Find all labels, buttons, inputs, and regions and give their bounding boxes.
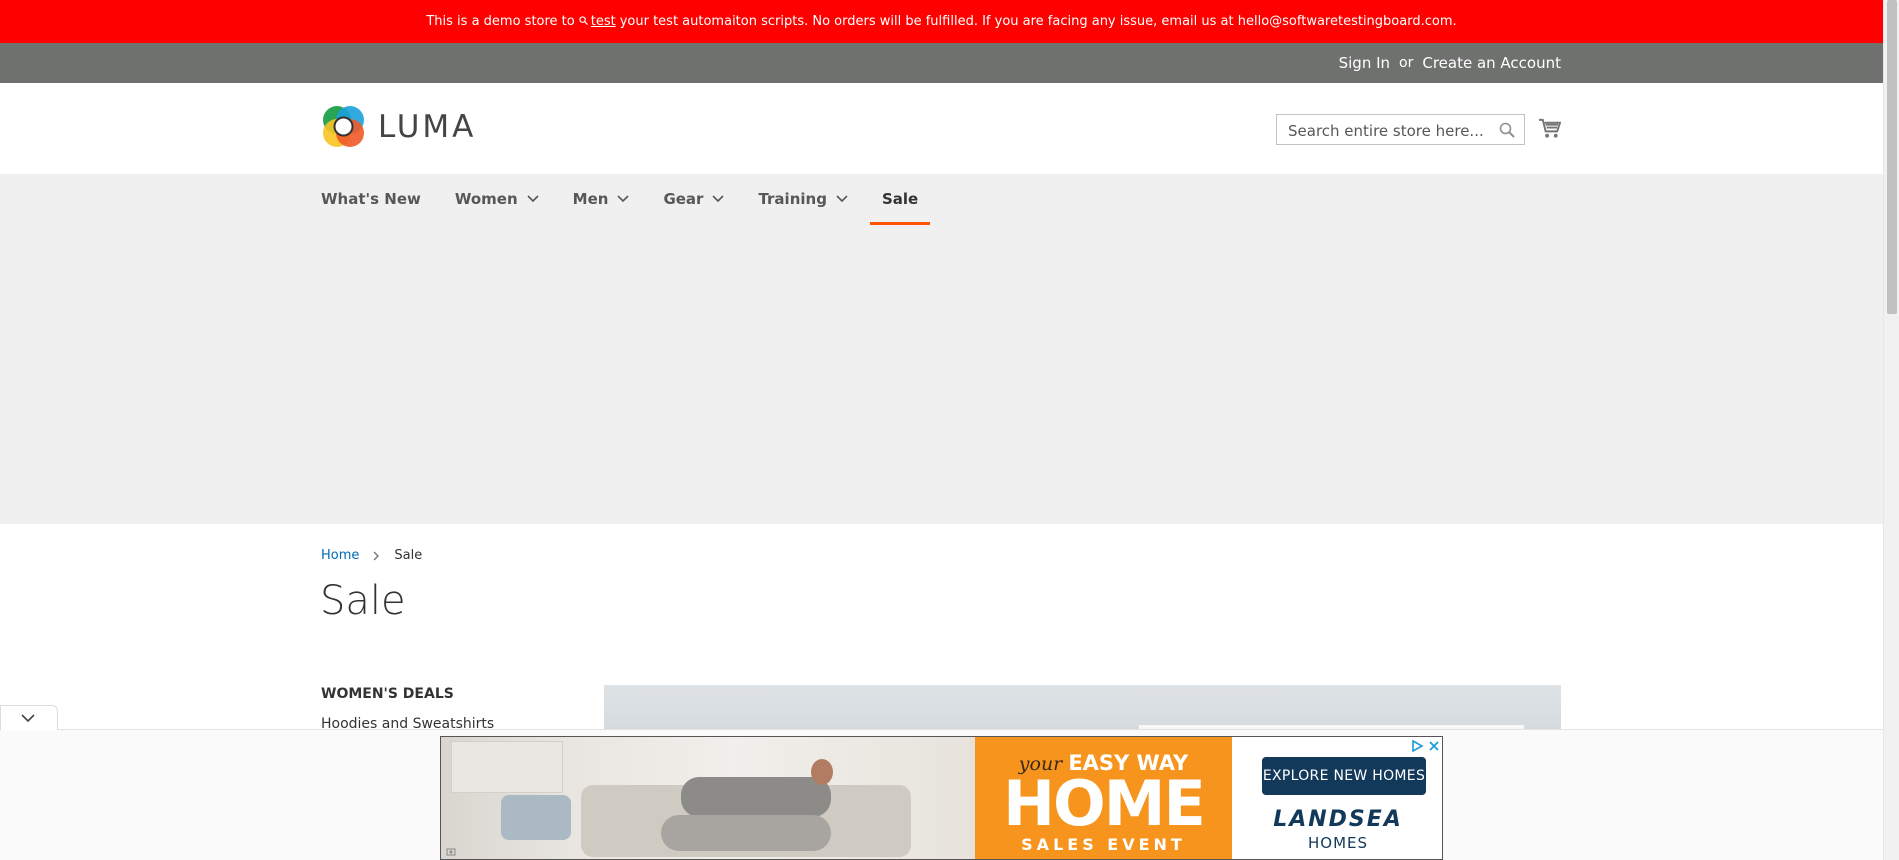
- ad-headline-panel: your EASY WAY HOME SALES EVENT: [975, 737, 1232, 859]
- page-scrollbar[interactable]: [1883, 0, 1899, 860]
- nav-item-label: What's New: [321, 189, 421, 208]
- info-icon[interactable]: [446, 846, 456, 856]
- panel-header: Sign In or Create an Account: [0, 43, 1883, 83]
- nav-list: What's New Women Men Gear Training Sale: [321, 174, 964, 225]
- scrollbar-thumb[interactable]: [1887, 0, 1897, 314]
- ad-brand-sub: HOMES: [1307, 834, 1369, 852]
- ad-photo: [441, 737, 975, 859]
- or-separator: or: [1399, 55, 1414, 71]
- nav-item-women[interactable]: Women: [455, 174, 539, 223]
- nav-item-label: Training: [758, 189, 827, 208]
- breadcrumb-current: Sale: [394, 548, 423, 563]
- nav-item-label: Sale: [881, 189, 919, 208]
- search-icon: [579, 16, 588, 25]
- header-links: Sign In or Create an Account: [1339, 43, 1561, 83]
- demo-notice: This is a demo store to test your test a…: [0, 0, 1883, 43]
- page-title: Sale: [320, 578, 406, 624]
- ad-subheadline: SALES EVENT: [1021, 835, 1186, 854]
- search-box: [1276, 114, 1525, 146]
- ad-photo-head: [811, 759, 833, 785]
- notice-suffix: your test automaiton scripts. No orders …: [619, 14, 1457, 29]
- chevron-down-icon: [617, 194, 630, 202]
- create-account-link[interactable]: Create an Account: [1422, 54, 1561, 72]
- nav-item-gear[interactable]: Gear: [663, 174, 725, 223]
- search-input[interactable]: [1286, 115, 1490, 146]
- ad-headline: HOME: [1003, 767, 1206, 840]
- luma-logo-icon: [323, 106, 364, 147]
- main-navigation: What's New Women Men Gear Training Sale: [0, 174, 1883, 524]
- nav-item-sale[interactable]: Sale: [869, 174, 931, 225]
- sidebar-heading: WOMEN'S DEALS: [321, 686, 454, 702]
- chevron-down-icon: [712, 194, 725, 202]
- nav-item-men[interactable]: Men: [573, 174, 630, 223]
- breadcrumb-home-link[interactable]: Home: [321, 548, 359, 563]
- cart-icon[interactable]: [1538, 117, 1561, 140]
- chevron-right-icon: [373, 551, 380, 560]
- logo-text: LUMA: [378, 108, 477, 145]
- nav-item-whats-new[interactable]: What's New: [321, 174, 421, 223]
- site-header: LUMA: [0, 83, 1883, 174]
- chevron-down-icon: [21, 714, 35, 723]
- ad-photo-person: [681, 777, 831, 817]
- advertisement-banner[interactable]: your EASY WAY HOME SALES EVENT EXPLORE N…: [440, 736, 1443, 860]
- close-icon[interactable]: [1427, 739, 1441, 753]
- ad-collapse-toggle[interactable]: [0, 705, 58, 730]
- notice-test-link[interactable]: test: [591, 14, 616, 29]
- ad-photo-shelf: [451, 741, 563, 793]
- breadcrumb: Home Sale: [321, 548, 422, 563]
- page: This is a demo store to test your test a…: [0, 0, 1883, 860]
- nav-item-label: Gear: [663, 189, 704, 208]
- ad-choices-icon[interactable]: [1410, 739, 1424, 753]
- search-icon[interactable]: [1499, 122, 1515, 138]
- ad-photo-pillow: [501, 795, 571, 840]
- nav-item-training[interactable]: Training: [758, 174, 848, 223]
- chevron-down-icon: [527, 194, 539, 202]
- nav-item-label: Men: [572, 189, 609, 208]
- notice-prefix: This is a demo store to: [426, 14, 575, 29]
- ad-cta-panel: EXPLORE NEW HOMES LANDSEA HOMES: [1232, 737, 1442, 859]
- explore-new-homes-button[interactable]: EXPLORE NEW HOMES: [1262, 757, 1426, 795]
- chevron-down-icon: [836, 194, 848, 202]
- ad-brand: LANDSEA: [1273, 807, 1403, 832]
- nav-item-label: Women: [454, 189, 518, 208]
- ad-photo-person: [661, 815, 831, 851]
- sign-in-link[interactable]: Sign In: [1339, 54, 1390, 72]
- logo[interactable]: LUMA: [321, 104, 476, 149]
